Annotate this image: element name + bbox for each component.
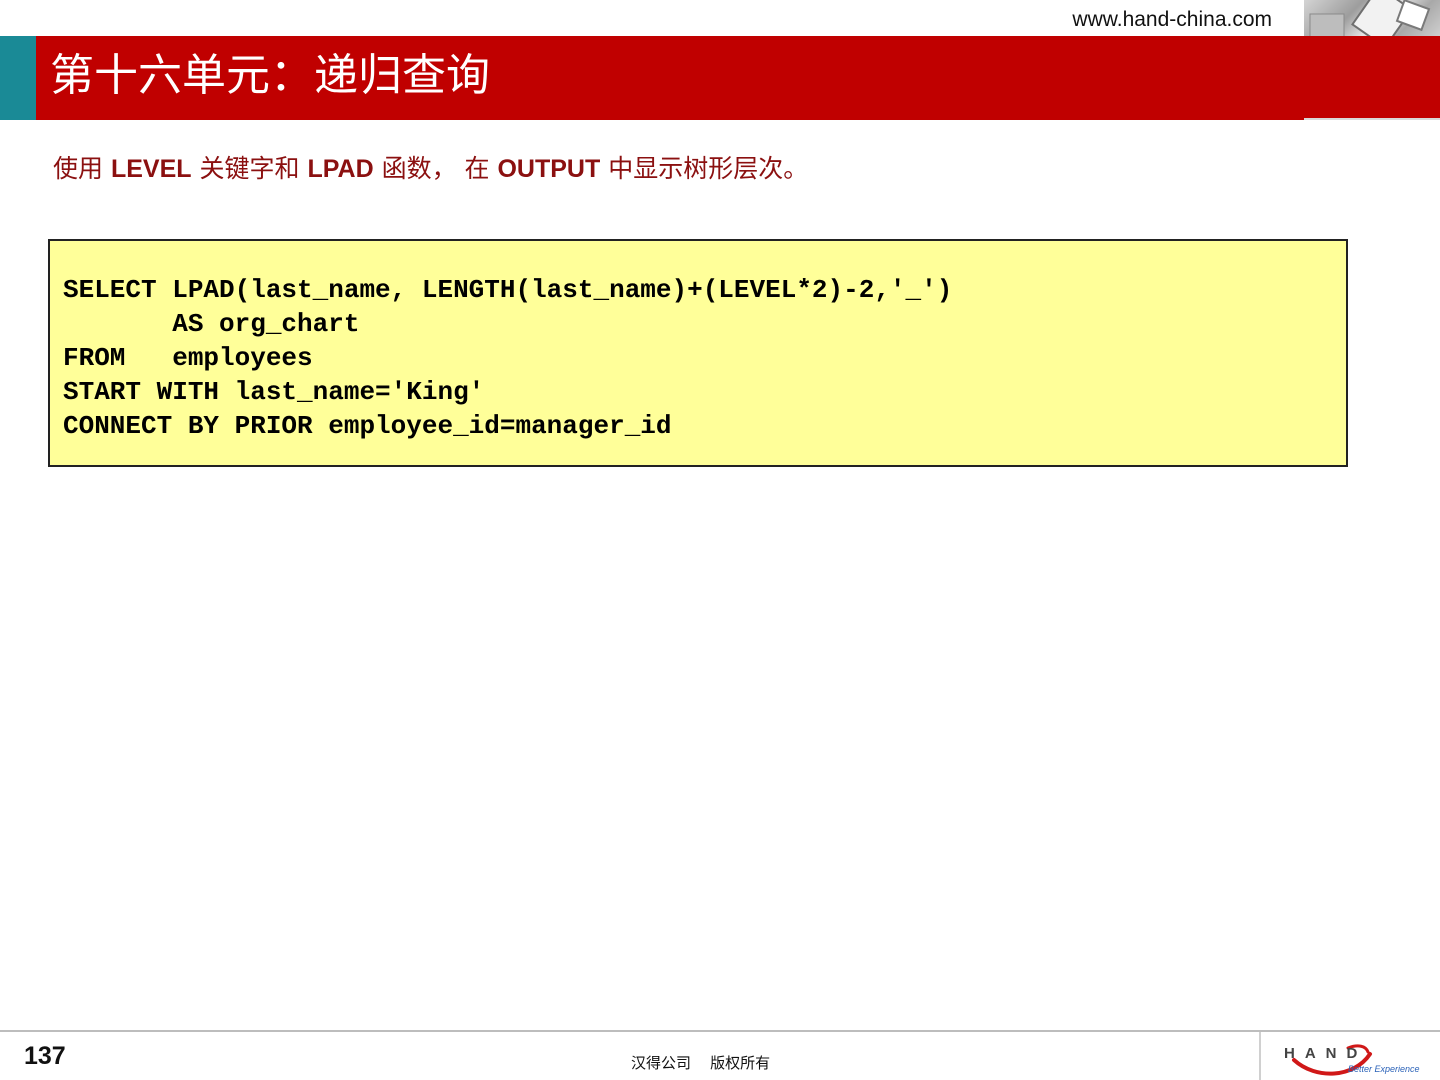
code-line: CONNECT BY PRIOR employee_id=manager_id: [63, 411, 672, 441]
site-url: www.hand-china.com: [1072, 8, 1272, 31]
hand-logo: HAND Better Experience: [1284, 1044, 1420, 1076]
code-line: SELECT LPAD(last_name, LENGTH(last_name)…: [63, 275, 953, 305]
subtitle-text: 中显示树形层次。: [600, 154, 809, 183]
subtitle-text: 使用: [53, 154, 111, 183]
sql-code-box: SELECT LPAD(last_name, LENGTH(last_name)…: [48, 239, 1348, 467]
title-underline: [1304, 118, 1440, 120]
logo-text: HAND: [1284, 1045, 1367, 1062]
footer-logo-divider: [1259, 1032, 1261, 1080]
copyright-text: 汉得公司 版权所有: [631, 1054, 771, 1072]
title-accent-bar: [0, 36, 36, 120]
code-line: FROM employees: [63, 343, 313, 373]
footer-divider-line: [0, 1030, 1440, 1032]
logo-tagline: Better Experience: [1348, 1064, 1420, 1074]
corner-photo-graphic: [1304, 0, 1440, 36]
subtitle-keyword-output: OUTPUT: [497, 155, 601, 183]
page-number: 137: [24, 1042, 66, 1070]
subtitle-text: 函数， 在: [373, 154, 498, 183]
slide-title: 第十六单元：递归查询: [50, 50, 490, 101]
subtitle-text: 关键字和: [191, 154, 308, 183]
subtitle-keyword-lpad: LPAD: [307, 155, 374, 183]
subtitle-keyword-level: LEVEL: [110, 155, 192, 183]
sql-code: SELECT LPAD(last_name, LENGTH(last_name)…: [63, 273, 952, 443]
code-line: START WITH last_name='King': [63, 377, 485, 407]
subtitle: 使用 LEVEL 关键字和 LPAD 函数， 在 OUTPUT 中显示树形层次。: [53, 150, 808, 188]
code-line: AS org_chart: [63, 309, 360, 339]
